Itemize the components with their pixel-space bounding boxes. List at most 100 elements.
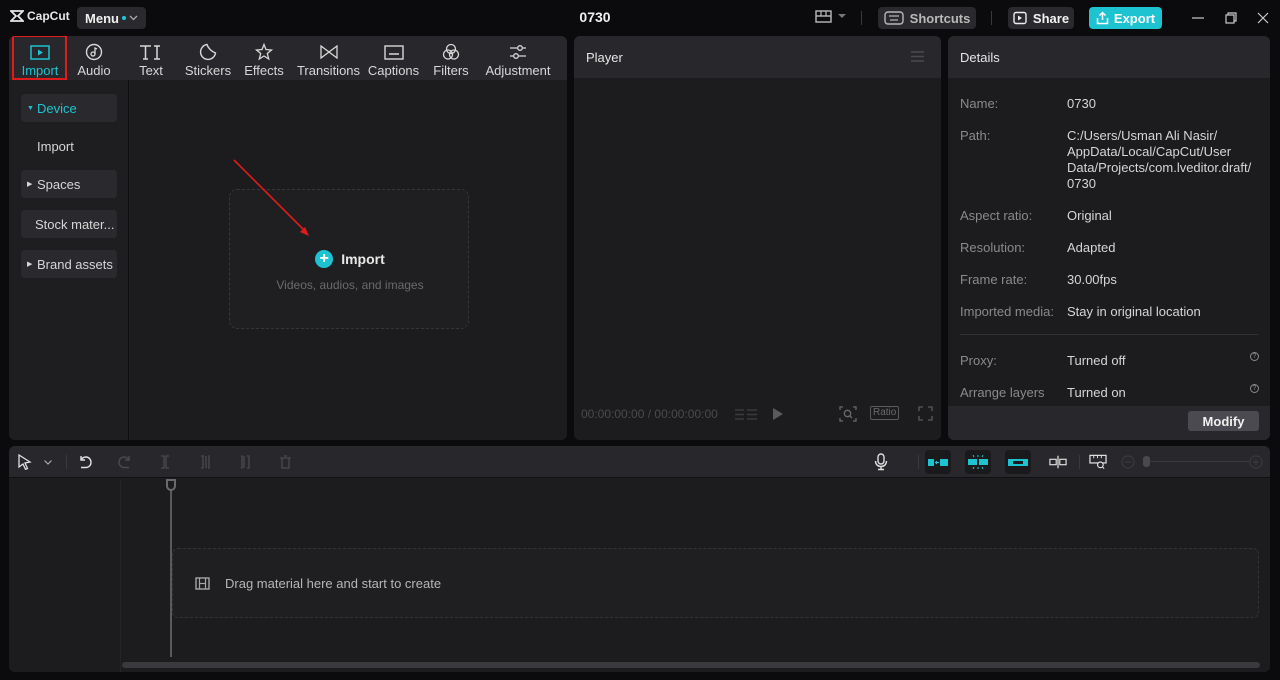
divider: [861, 11, 862, 25]
playhead-line[interactable]: [170, 487, 172, 657]
detail-label: Path:: [960, 128, 991, 143]
select-tool-button[interactable]: [16, 453, 34, 471]
zoom-out-icon: [1121, 455, 1135, 469]
main-track-magnet-toggle[interactable]: [925, 450, 951, 474]
zoom-out-button[interactable]: [1119, 453, 1137, 471]
timeline-dropzone[interactable]: Drag material here and start to create: [172, 548, 1259, 618]
tab-effects[interactable]: Effects: [242, 36, 286, 80]
detail-value: Adapted: [1067, 240, 1116, 255]
record-audio-button[interactable]: [872, 453, 890, 471]
nav-item-brand-assets[interactable]: ▶ Brand assets: [21, 250, 117, 278]
nav-item-device[interactable]: ▼ Device: [21, 94, 117, 122]
nav-item-label: Brand assets: [37, 256, 113, 272]
fullscreen-icon[interactable]: [918, 406, 933, 421]
select-tool-dropdown[interactable]: [39, 453, 57, 471]
detail-row-arrange-layers: Arrange layers Turned on: [960, 385, 1260, 401]
tab-import[interactable]: Import: [14, 36, 66, 80]
timeline-drop-hint: Drag material here and start to create: [225, 575, 442, 591]
help-icon[interactable]: ?: [1250, 352, 1259, 361]
shortcuts-label: Shortcuts: [909, 10, 971, 26]
zoom-slider-thumb[interactable]: [1143, 456, 1150, 467]
play-icon[interactable]: [773, 408, 783, 420]
tab-transitions[interactable]: Transitions: [296, 36, 361, 80]
notification-dot: [121, 16, 126, 20]
maximize-button[interactable]: [1222, 9, 1240, 27]
menu-lines-icon[interactable]: [911, 51, 924, 62]
detail-label: Imported media:: [960, 304, 1054, 319]
help-icon[interactable]: ?: [1250, 384, 1259, 393]
nav-item-stock-material[interactable]: Stock mater...: [21, 210, 117, 238]
delete-right-button[interactable]: [236, 453, 254, 471]
timeline-horizontal-scrollbar[interactable]: [122, 662, 1260, 668]
linkage-toggle[interactable]: [1005, 450, 1031, 474]
undo-button[interactable]: [76, 453, 94, 471]
delete-left-button[interactable]: [196, 453, 214, 471]
detail-label: Arrange layers: [960, 385, 1045, 400]
menu-button[interactable]: Menu: [77, 7, 146, 29]
export-button[interactable]: Export: [1089, 7, 1162, 29]
delete-button[interactable]: [276, 453, 294, 471]
minimize-button[interactable]: [1189, 9, 1207, 27]
share-button[interactable]: Share: [1008, 7, 1074, 29]
modify-button[interactable]: Modify: [1188, 411, 1259, 431]
tab-stickers[interactable]: Stickers: [183, 36, 233, 80]
zoom-timeline-button[interactable]: [1089, 453, 1107, 471]
preview-axis-button[interactable]: [1049, 453, 1067, 471]
nav-item-label: Spaces: [37, 176, 81, 192]
details-header: Details: [948, 36, 1270, 78]
tab-filters[interactable]: Filters: [429, 36, 473, 80]
shortcuts-button[interactable]: Shortcuts: [878, 7, 976, 29]
export-label: Export: [1113, 10, 1156, 26]
keyboard-icon: [883, 11, 904, 25]
tab-adjustment[interactable]: Adjustment: [483, 36, 553, 80]
magnet-link-icon: [928, 458, 948, 466]
minimize-icon: [1192, 17, 1204, 19]
close-button[interactable]: [1254, 9, 1272, 27]
tab-text[interactable]: Text: [129, 36, 173, 80]
effects-icon: [255, 43, 273, 61]
menu-label: Menu: [85, 10, 119, 26]
zoom-fit-icon[interactable]: [839, 406, 857, 422]
zoom-in-button[interactable]: [1247, 453, 1265, 471]
timecode-total: 00:00:00:00: [654, 407, 718, 421]
nav-item-label: Import: [37, 138, 74, 154]
split-button[interactable]: [156, 453, 174, 471]
media-tab-bar: Import Audio Text Stickers Effects Trans…: [9, 36, 567, 80]
nav-item-spaces[interactable]: ▶ Spaces: [21, 170, 117, 198]
layout-button[interactable]: [815, 10, 846, 23]
details-panel: Details Name: 0730 Path: C:/Users/Usman …: [948, 36, 1270, 440]
detail-value: 30.00fps: [1067, 272, 1117, 287]
detail-row-imported-media: Imported media: Stay in original locatio…: [960, 304, 1260, 320]
tab-label: Adjustment: [485, 63, 551, 78]
ratio-button[interactable]: Ratio: [870, 406, 900, 420]
audio-icon: [85, 43, 103, 61]
media-panel: Import Audio Text Stickers Effects Trans…: [9, 36, 567, 440]
player-title: Player: [586, 49, 623, 65]
import-icon: [30, 44, 50, 60]
detail-label: Resolution:: [960, 240, 1026, 255]
text-icon: [140, 45, 160, 60]
filters-icon: [442, 43, 460, 60]
details-body: Name: 0730 Path: C:/Users/Usman Ali Nasi…: [948, 78, 1270, 406]
share-label: Share: [1032, 10, 1070, 26]
timeline-body: Drag material here and start to create: [9, 479, 1270, 672]
tab-label: Filters: [433, 63, 469, 78]
plus-icon: +: [315, 250, 334, 268]
trim-right-icon: [241, 455, 250, 469]
details-title: Details: [960, 49, 1000, 65]
divider: [960, 334, 1258, 335]
tab-label: Stickers: [184, 63, 232, 78]
tab-audio[interactable]: Audio: [71, 36, 117, 80]
tab-label: Audio: [77, 63, 111, 78]
grid-icon[interactable]: [735, 408, 757, 421]
import-button[interactable]: + Import: [230, 250, 470, 268]
timeline-toolbar: [9, 446, 1270, 478]
tab-captions[interactable]: Captions: [366, 36, 421, 80]
auto-snapping-toggle[interactable]: [965, 450, 991, 474]
detail-row-aspect-ratio: Aspect ratio: Original: [960, 208, 1260, 224]
capcut-logo-icon: [10, 10, 24, 22]
playhead-handle[interactable]: [166, 479, 176, 491]
redo-button[interactable]: [116, 453, 134, 471]
nav-item-import[interactable]: Import: [21, 132, 117, 160]
zoom-slider-track[interactable]: [1144, 461, 1249, 462]
